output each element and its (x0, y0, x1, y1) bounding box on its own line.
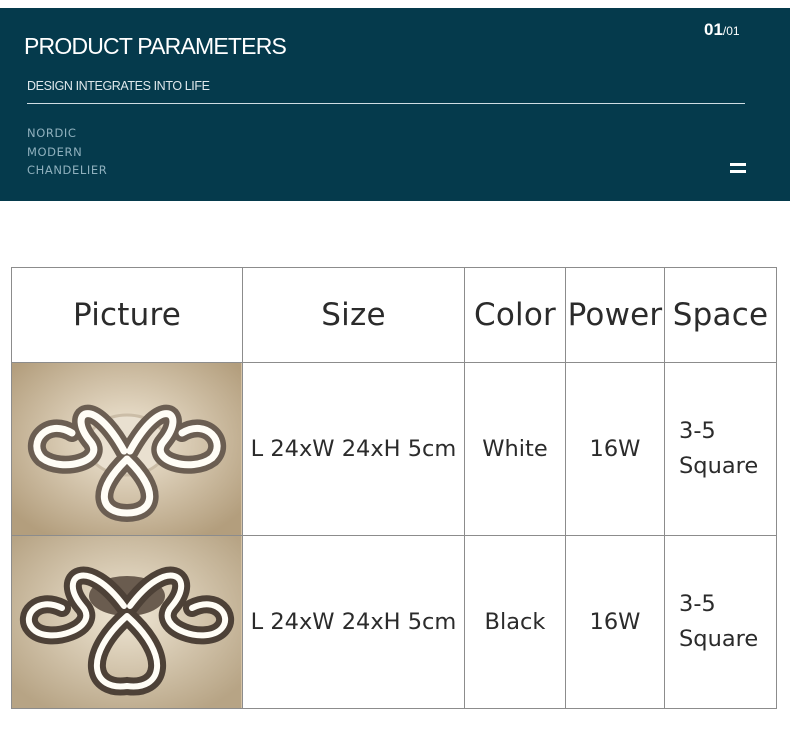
header-space: Space (664, 267, 777, 363)
header-picture: Picture (11, 267, 243, 363)
table-header-row: Picture Size Color Power Space (11, 267, 777, 363)
black-chandelier-image (12, 536, 241, 708)
page-total: /01 (722, 24, 740, 38)
tag-modern: MODERN (27, 144, 83, 159)
row2-space-range: 3-5 (679, 591, 716, 617)
header-banner: PRODUCT PARAMETERS DESIGN INTEGRATES INT… (0, 8, 790, 201)
header-size: Size (242, 267, 465, 363)
tag-nordic: NORDIC (27, 126, 77, 140)
product-image-black (11, 535, 243, 709)
row1-color: White (464, 362, 566, 536)
row1-space-unit: Square (679, 453, 759, 479)
banner-subtitle: DESIGN INTEGRATES INTO LIFE (27, 79, 210, 93)
tag-chandelier: CHANDELIER (27, 163, 108, 177)
page-indicator: 01/01 (704, 20, 740, 40)
banner-title: PRODUCT PARAMETERS (24, 33, 287, 59)
row2-color: Black (464, 535, 566, 709)
row1-space-range: 3-5 (679, 418, 716, 444)
white-chandelier-image (12, 363, 241, 535)
banner-tags: NORDIC MODERN CHANDELIER (27, 124, 107, 180)
table-row: L 24xW 24xH 5cm Black 16W 3-5 Square (11, 535, 777, 709)
banner-divider (27, 103, 745, 104)
row2-power: 16W (565, 535, 665, 709)
row2-size: L 24xW 24xH 5cm (242, 535, 465, 709)
row1-size: L 24xW 24xH 5cm (242, 362, 465, 536)
row2-space-unit: Square (679, 626, 759, 652)
row1-power: 16W (565, 362, 665, 536)
header-power: Power (565, 267, 665, 363)
page-current: 01 (704, 20, 723, 39)
table-row: L 24xW 24xH 5cm White 16W 3-5 Square (11, 362, 777, 536)
product-parameters-table: Picture Size Color Power Space L 24xW 24… (11, 267, 777, 709)
product-image-white (11, 362, 243, 536)
menu-icon[interactable] (730, 163, 746, 175)
header-color: Color (464, 267, 566, 363)
row2-space: 3-5 Square (664, 535, 777, 709)
row1-space: 3-5 Square (664, 362, 777, 536)
